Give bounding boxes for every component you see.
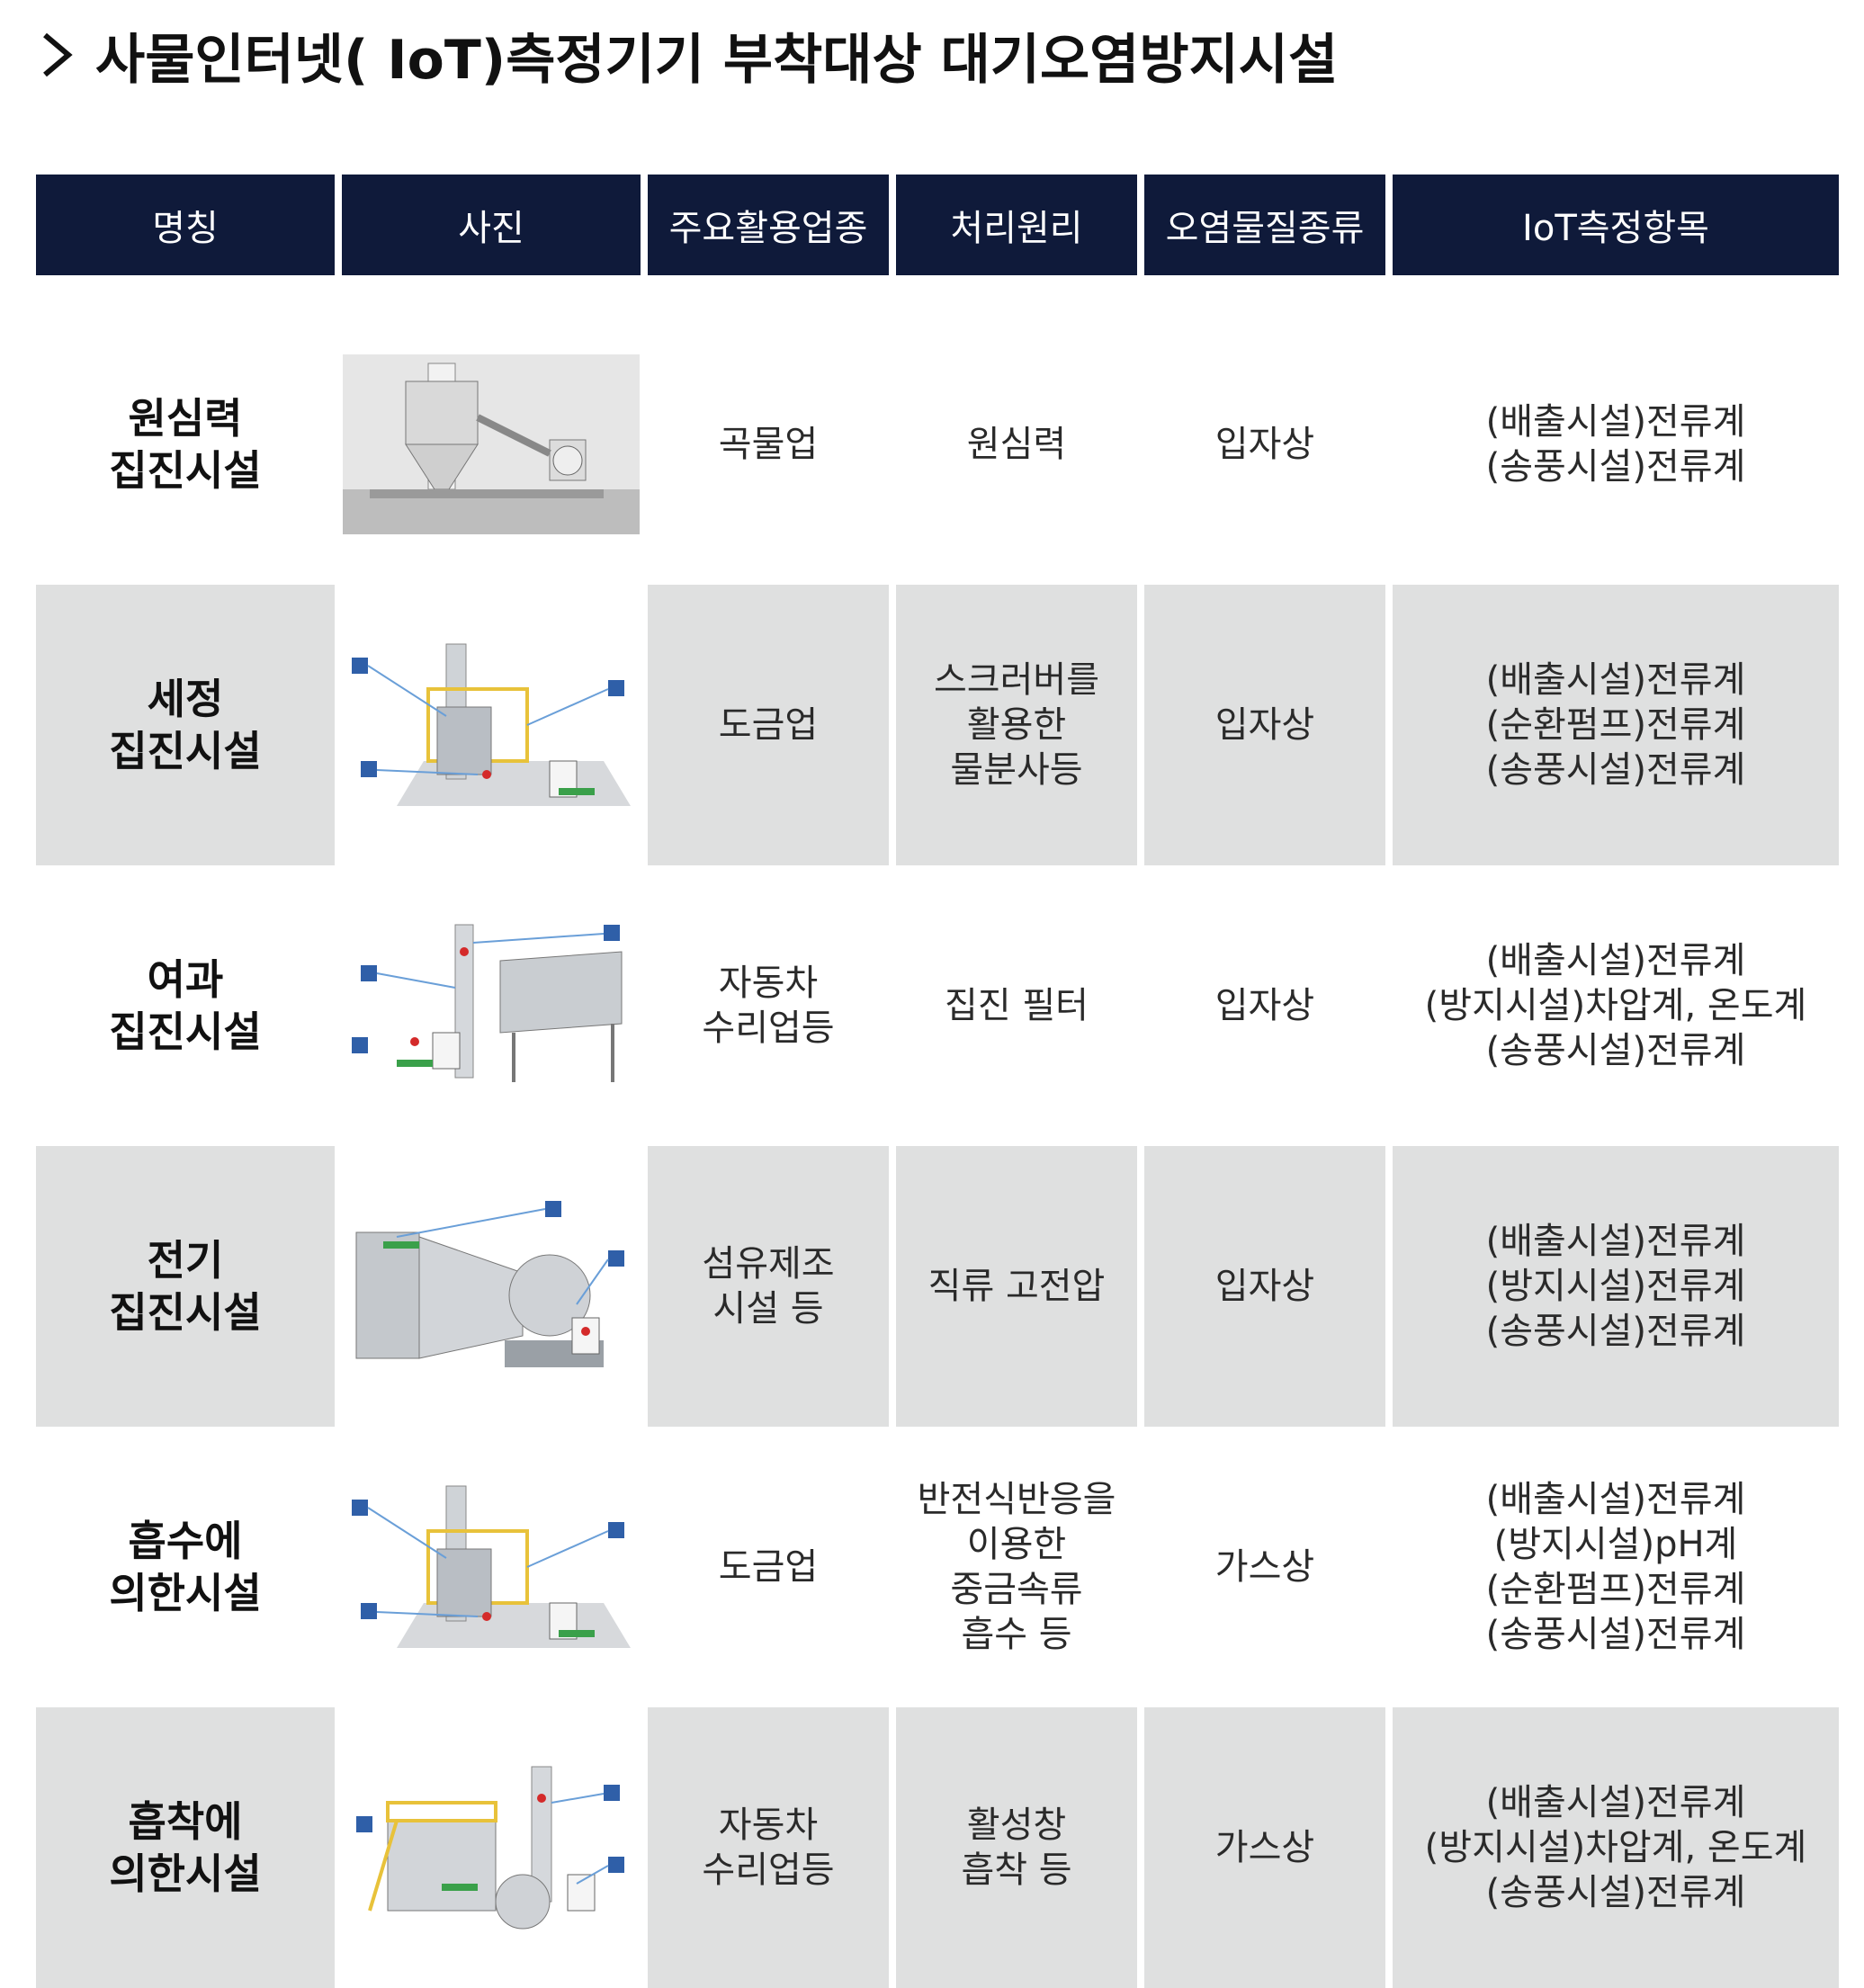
industry: 섬유제조 시설 등	[648, 1146, 889, 1427]
table-row: 세정 집진시설 도금업 스크러버를 활용한 물분사등 입자상 (배출시설)전류계…	[36, 585, 1839, 865]
industry: 곡물업	[718, 424, 819, 465]
cyclone-dust-collector-photo	[342, 304, 641, 585]
facility-name: 세정 집진시설	[36, 585, 335, 865]
page-title: 사물인터넷( IoT)측정기기 부착대상 대기오염방지시설	[32, 14, 1338, 95]
pollutant: 입자상	[1144, 585, 1385, 865]
pollutant: 입자상	[1214, 985, 1315, 1026]
principle: 직류 고전압	[896, 1146, 1137, 1427]
industry: 자동차 수리업등	[702, 963, 835, 1049]
header-pollutant: 오염물질종류	[1144, 175, 1385, 275]
facility-name: 전기 집진시설	[36, 1146, 335, 1427]
table-header: 명칭 사진 주요활용업종 처리원리 오염물질종류 IoT측정항목	[36, 175, 1839, 275]
table-row: 전기 집진시설 섬유제조 시설 등 직류 고전압 입자상 (배출시설)전류계 (…	[36, 1146, 1839, 1427]
principle: 원심력	[966, 424, 1067, 465]
table-row: 흡착에 의한시설 자동차 수리업등 활성창 흡착 등 가스상 (배출시설)전류계…	[36, 1707, 1839, 1988]
principle: 스크러버를 활용한 물분사등	[896, 585, 1137, 865]
facility-name: 원심력 집진시설	[109, 394, 262, 495]
facility-name: 흡착에 의한시설	[36, 1707, 335, 1988]
bag-filter-diagram	[342, 865, 641, 1146]
principle: 집진 필터	[945, 985, 1089, 1026]
iot-items: (배출시설)전류계 (방지시설)차압계, 온도계 (송풍시설)전류계	[1424, 940, 1807, 1071]
header-name: 명칭	[36, 175, 335, 275]
electrostatic-precipitator-diagram	[342, 1146, 641, 1427]
facility-name: 여과 집진시설	[109, 955, 262, 1056]
iot-items: (배출시설)전류계 (송풍시설)전류계	[1485, 401, 1746, 488]
header-photo: 사진	[342, 175, 641, 275]
pollutant: 가스상	[1214, 1546, 1315, 1588]
header-iot: IoT측정항목	[1393, 175, 1839, 275]
facility-name: 흡수에 의한시설	[109, 1517, 262, 1617]
pollutant: 가스상	[1144, 1707, 1385, 1988]
page-title-text: 사물인터넷( IoT)측정기기 부착대상 대기오염방지시설	[95, 28, 1339, 92]
scrubber-tower-diagram	[342, 585, 641, 865]
iot-items: (배출시설)전류계 (방지시설)전류계 (송풍시설)전류계	[1393, 1146, 1839, 1427]
table-row: 원심력 집진시설 곡물업 원심력 입자상 (배출시설)전류계 (송풍시설)전류계	[36, 304, 1835, 585]
iot-items: (배출시설)전류계 (방지시설)pH계 (순환펌프)전류계 (송풍시설)전류계	[1485, 1479, 1746, 1655]
table-body: 원심력 집진시설 곡물업 원심력 입자상 (배출시설)전류계 (송풍시설)전류계…	[36, 304, 1839, 1988]
principle: 반전식반응을 이용한 중금속류 흡수 등	[917, 1479, 1116, 1655]
industry: 도금업	[718, 1546, 819, 1588]
pollutant: 입자상	[1144, 1146, 1385, 1427]
table-row: 여과 집진시설 자동차 수리업등 집진 필터 입자상 (배출시설)전류계 (방지…	[36, 865, 1835, 1146]
absorption-tower-diagram	[342, 1427, 641, 1707]
principle: 활성창 흡착 등	[896, 1707, 1137, 1988]
industry: 자동차 수리업등	[648, 1707, 889, 1988]
chevron-right-icon	[43, 32, 73, 77]
table-row: 흡수에 의한시설 도금업 반전식반응을 이용한 중금속류 흡수 등 가스상 (배…	[36, 1427, 1835, 1707]
header-industry: 주요활용업종	[648, 175, 889, 275]
adsorption-tower-diagram	[342, 1707, 641, 1988]
industry: 도금업	[648, 585, 889, 865]
iot-items: (배출시설)전류계 (순환펌프)전류계 (송풍시설)전류계	[1393, 585, 1839, 865]
pollutant: 입자상	[1214, 424, 1315, 465]
iot-items: (배출시설)전류계 (방지시설)차압계, 온도계 (송풍시설)전류계	[1393, 1707, 1839, 1988]
header-principle: 처리원리	[896, 175, 1137, 275]
